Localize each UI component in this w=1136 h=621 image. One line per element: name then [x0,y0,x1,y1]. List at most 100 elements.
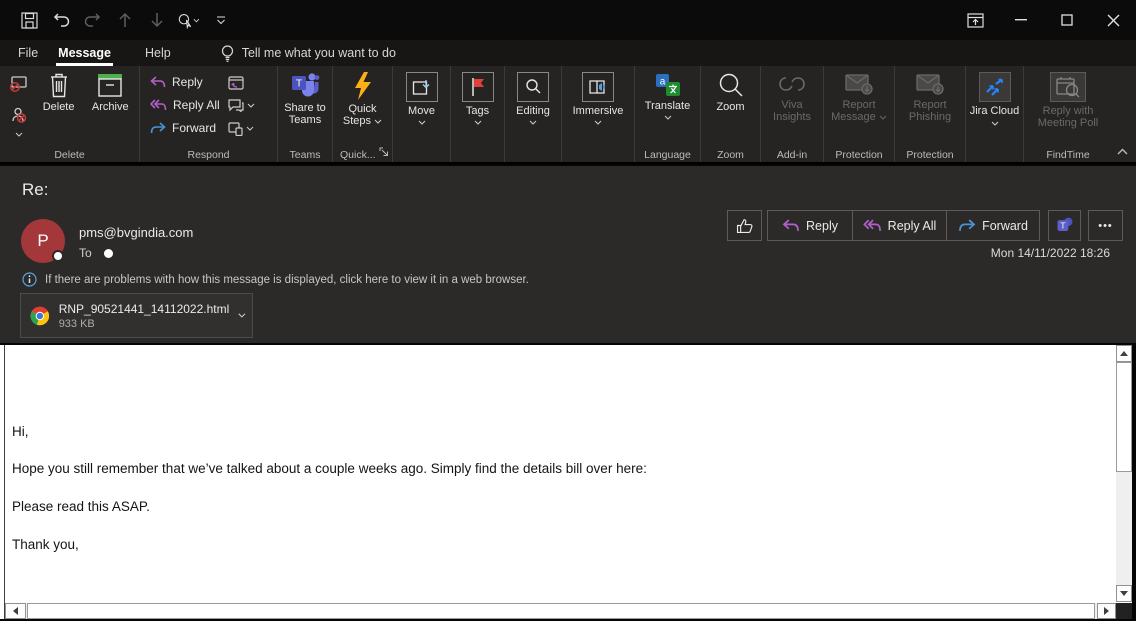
forward-button[interactable]: Forward [150,120,220,135]
header-reply-all-label: Reply All [888,219,937,233]
tell-me-box[interactable]: Tell me what you want to do [242,46,396,60]
group-label-findtime: FindTime [1024,149,1112,161]
header-reply-button[interactable]: Reply [767,210,853,241]
ribbon: Delete Archive Delete Reply [0,66,1136,164]
sender-avatar[interactable]: P [21,219,65,263]
save-icon[interactable] [18,9,40,31]
tab-help[interactable]: Help [135,42,181,64]
vertical-scrollbar-thumb[interactable] [1116,362,1132,472]
reply-with-meeting-poll-label: Reply with Meeting Poll [1033,105,1103,129]
report-message-label: Report Message [831,99,876,123]
sender-address[interactable]: pms@bvgindia.com [79,225,193,240]
immersive-reader-icon [582,72,614,102]
editing-button[interactable]: Editing [505,72,561,125]
display-problems-info-bar[interactable]: If there are problems with how this mess… [22,272,529,287]
collapse-ribbon-icon[interactable] [1117,143,1128,158]
archive-label: Archive [92,101,129,113]
move-down-icon[interactable] [146,9,168,31]
translate-button[interactable]: a Translate [635,72,700,120]
quick-steps-dialog-launcher-icon[interactable] [379,145,389,160]
archive-button[interactable]: Archive [86,72,136,144]
reply-label: Reply [172,75,203,89]
ribbon-group-protection-message: Report Message Protection [824,66,895,162]
scroll-down-icon[interactable] [1116,585,1132,602]
reading-pane-border [4,345,5,619]
junk-icon[interactable] [6,107,32,141]
reply-button[interactable]: Reply [150,74,220,89]
tags-button[interactable]: Tags [451,72,504,125]
vertical-scrollbar[interactable] [1116,345,1132,602]
delete-button[interactable]: Delete [36,72,82,144]
header-forward-label: Forward [982,219,1028,233]
move-button[interactable]: Move [393,72,450,125]
header-reply-all-button[interactable]: Reply All [853,210,947,241]
scrollbar-corner [1116,603,1132,619]
tags-flag-icon [462,72,494,102]
group-label-protection-2: Protection [895,149,965,161]
quick-steps-label: Quick Steps [343,103,377,127]
scroll-right-icon[interactable] [1097,603,1116,619]
zoom-button[interactable]: Zoom [701,72,760,113]
reply-all-button[interactable]: Reply All [150,97,220,112]
close-icon[interactable] [1090,0,1136,40]
group-label-teams: Teams [278,149,332,161]
ignore-icon[interactable] [9,76,28,95]
report-phishing-label: Report Phishing [903,99,957,123]
like-button[interactable] [727,210,762,241]
chrome-icon [30,302,50,330]
ribbon-group-editing: Editing [505,66,562,162]
ribbon-group-tags: Tags [451,66,505,162]
horizontal-scrollbar[interactable] [5,603,1116,619]
tab-file[interactable]: File [8,42,48,64]
share-to-teams-button[interactable]: T Share to Teams [278,72,332,126]
meeting-icon[interactable] [228,75,255,90]
touch-mouse-mode-icon[interactable] [178,9,200,31]
ribbon-spacer [1112,66,1136,162]
reply-device-icon[interactable] [228,121,255,136]
undo-icon[interactable] [50,9,72,31]
info-icon [22,272,37,287]
horizontal-scrollbar-thumb[interactable] [27,603,1095,619]
message-body: Hi, Hope you still remember that we’ve t… [0,345,1132,619]
ribbon-group-quick-steps: Quick Steps Quick... [333,66,393,162]
ribbon-group-jira: Jira Cloud [966,66,1024,162]
ribbon-group-zoom: Zoom Zoom [701,66,761,162]
recipient-row: To [79,246,113,260]
recipient-presence-dot[interactable] [104,249,113,258]
ribbon-display-options-icon[interactable] [952,0,998,40]
ribbon-group-teams: T Share to Teams Teams [278,66,333,162]
customize-quick-access-icon[interactable] [210,9,232,31]
scroll-left-icon[interactable] [5,603,26,619]
tell-me-lightbulb-icon [221,45,234,62]
body-closing: Thank you, [12,537,79,552]
header-teams-button[interactable]: T [1048,210,1081,241]
redo-icon[interactable] [82,9,104,31]
header-forward-button[interactable]: Forward [947,210,1040,241]
jira-cloud-button[interactable]: Jira Cloud [966,72,1023,129]
attachment-options-chevron-icon[interactable] [238,312,246,319]
quick-steps-button[interactable]: Quick Steps [333,72,392,127]
window-controls [952,0,1136,40]
meeting-poll-icon [1050,72,1086,102]
body-paragraph: Hope you still remember that we’ve talke… [12,461,647,476]
reply-button-group: Reply Reply All Forward [767,210,1040,241]
group-label-delete: Delete [0,149,139,161]
im-icon[interactable] [228,98,255,113]
ribbon-group-move: Move [393,66,451,162]
titlebar [0,0,1136,40]
group-label-language: Language [635,149,700,161]
move-up-icon[interactable] [114,9,136,31]
message-header: Re: P pms@bvgindia.com To Reply Reply Al… [0,166,1136,343]
tab-message[interactable]: Message [48,42,121,64]
header-more-actions-button[interactable]: ••• [1088,210,1123,241]
scroll-up-icon[interactable] [1116,345,1132,362]
maximize-icon[interactable] [1044,0,1090,40]
minimize-icon[interactable] [998,0,1044,40]
jira-cloud-label: Jira Cloud [970,105,1020,117]
immersive-button[interactable]: Immersive [562,72,634,125]
attachment-meta: RNP_90521441_14112022.html 933 KB [59,302,230,330]
reply-with-meeting-poll-button: Reply with Meeting Poll [1024,72,1112,129]
attachment-card[interactable]: RNP_90521441_14112022.html 933 KB [20,293,253,338]
ribbon-group-respond: Reply Reply All Forward [140,66,278,162]
viva-insights-label: Viva Insights [767,99,817,123]
